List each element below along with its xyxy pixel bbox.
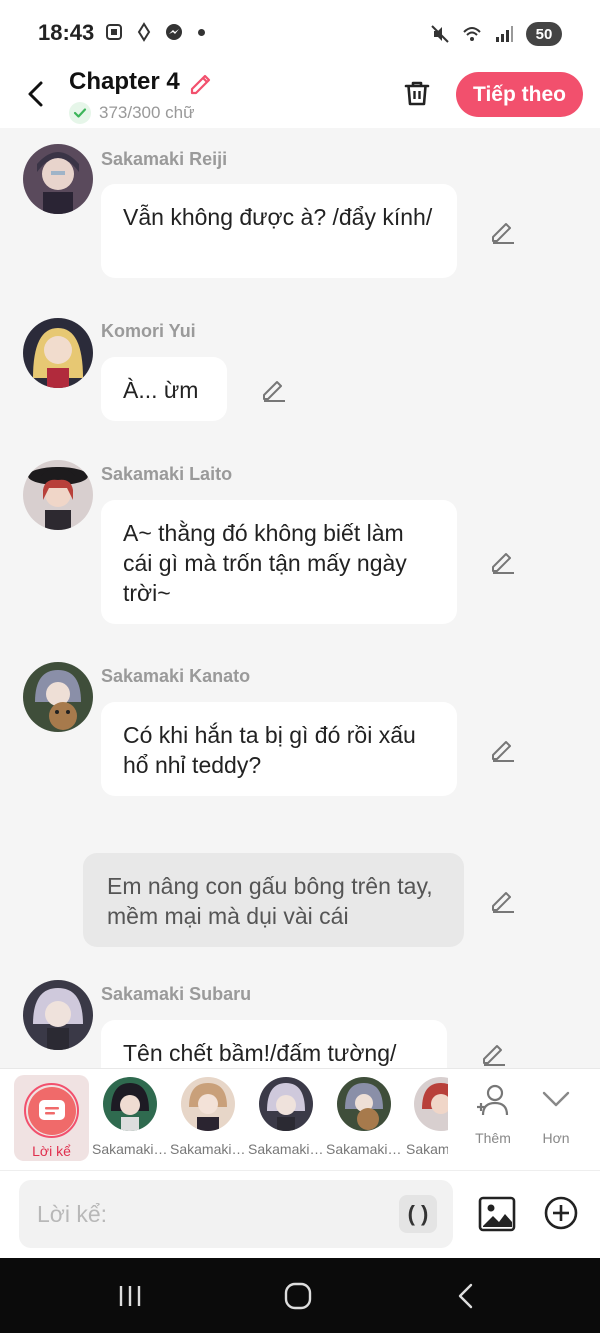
recent-apps-button[interactable]	[112, 1280, 148, 1312]
next-button[interactable]: Tiếp theo	[456, 72, 583, 117]
dialogue-bubble[interactable]: Có khi hắn ta bị gì đó rồi xấu hổ nhỉ te…	[101, 702, 457, 796]
character-name: Sakamaki ...	[170, 1141, 246, 1157]
avatar	[103, 1077, 157, 1131]
parenthesis-button[interactable]: ( )	[399, 1195, 437, 1233]
chevron-left-icon	[28, 81, 43, 107]
home-button[interactable]	[280, 1280, 316, 1312]
chapter-title-row[interactable]: Chapter 4	[69, 68, 214, 96]
home-icon	[284, 1282, 312, 1310]
check-icon	[69, 102, 91, 124]
narration-bubble[interactable]: Em nâng con gấu bông trên tay, mềm mại m…	[83, 853, 464, 947]
character-name: Sakamaki ...	[92, 1141, 168, 1157]
add-character-button[interactable]: Thêm	[463, 1081, 523, 1146]
avatar	[337, 1077, 391, 1131]
signal-icon	[496, 26, 513, 42]
add-button[interactable]	[543, 1195, 579, 1231]
input-bar: ( )	[0, 1170, 600, 1258]
image-icon	[478, 1196, 516, 1232]
pencil-icon[interactable]	[188, 69, 214, 95]
dialogue-bubble[interactable]: À... ừm	[101, 357, 227, 421]
insert-image-button[interactable]	[478, 1195, 516, 1233]
character-item[interactable]: Sakamaki ...	[170, 1077, 246, 1157]
speaker-name: Komori Yui	[101, 321, 196, 341]
word-count-text: 373/300 chữ	[99, 103, 195, 122]
chevron-down-icon	[542, 1091, 570, 1107]
avatar[interactable]	[23, 318, 93, 388]
more-button[interactable]: Hơn	[526, 1081, 586, 1146]
system-nav-bar	[0, 1258, 600, 1333]
edit-icon[interactable]	[490, 548, 516, 574]
avatar[interactable]	[23, 980, 93, 1050]
screenshot-icon	[106, 24, 122, 40]
edit-icon[interactable]	[490, 887, 516, 913]
battery-icon: 50	[526, 22, 562, 46]
narration-input[interactable]	[19, 1180, 379, 1248]
delete-chapter-button[interactable]	[400, 76, 434, 110]
edit-icon[interactable]	[481, 1040, 507, 1066]
avatar[interactable]	[23, 144, 93, 214]
edit-icon[interactable]	[261, 376, 287, 402]
speaker-name: Sakamaki Subaru	[101, 984, 252, 1004]
narration-avatar	[24, 1083, 79, 1138]
avatar	[259, 1077, 313, 1131]
character-name: Sakamaki ...	[248, 1141, 324, 1157]
message-input-box: ( )	[19, 1180, 453, 1248]
edit-icon[interactable]	[490, 736, 516, 762]
chapter-title: Chapter 4	[69, 68, 180, 95]
speaker-name: Sakamaki Laito	[101, 464, 233, 484]
narration-tab[interactable]: Lời kể	[14, 1075, 89, 1161]
speaker-name: Sakamaki Kanato	[101, 666, 251, 686]
avatar	[414, 1077, 448, 1131]
speaker-name: Sakamaki Reiji	[101, 149, 228, 169]
status-time: 18:43	[38, 20, 95, 45]
avatar	[181, 1077, 235, 1131]
screen: 18:43 50 Chapter 4 373/300 chữ Tiếp theo…	[0, 0, 600, 1333]
edit-icon[interactable]	[490, 218, 516, 244]
character-bar: Lời kể Sakamaki ... Sakamaki ... Sakamak…	[0, 1068, 600, 1170]
dialogue-bubble[interactable]: A~ thằng đó không biết làm cái gì mà trố…	[101, 500, 457, 624]
notification-dot-icon	[198, 28, 205, 36]
system-back-button[interactable]	[448, 1280, 484, 1312]
status-icons-right: 50	[430, 22, 562, 46]
status-bar: 18:43 50	[0, 0, 600, 64]
add-user-icon	[477, 1084, 509, 1116]
avatar[interactable]	[23, 662, 93, 732]
trash-icon	[404, 81, 430, 106]
plus-circle-icon	[544, 1196, 578, 1230]
back-button[interactable]	[20, 78, 52, 110]
vpn-icon	[137, 22, 151, 42]
word-count: 373/300 chữ	[69, 102, 214, 124]
character-item[interactable]: Sakamaki ...	[326, 1077, 402, 1157]
add-character-label: Thêm	[475, 1130, 511, 1146]
character-name: Sakam	[406, 1141, 448, 1157]
mute-icon	[431, 25, 449, 43]
dialogue-bubble[interactable]: Vẫn không được à? /đẩy kính/	[101, 184, 457, 278]
narration-tab-label: Lời kể	[32, 1143, 71, 1159]
character-item[interactable]: Sakamaki ...	[92, 1077, 168, 1157]
title-block: Chapter 4 373/300 chữ	[69, 68, 214, 124]
character-name: Sakamaki ...	[326, 1141, 402, 1157]
back-icon	[458, 1283, 473, 1309]
chat-area[interactable]: Sakamaki Reiji Vẫn không được à? /đẩy kí…	[0, 128, 600, 1068]
editor-header: Chapter 4 373/300 chữ Tiếp theo	[0, 64, 600, 128]
messenger-icon	[166, 24, 182, 40]
character-item[interactable]: Sakam	[404, 1077, 448, 1157]
dialogue-bubble[interactable]: Tên chết bầm!/đấm tường/	[101, 1020, 447, 1068]
status-icons-left	[104, 22, 205, 42]
more-label: Hơn	[542, 1130, 570, 1146]
comment-icon	[38, 1099, 65, 1120]
recents-icon	[119, 1286, 141, 1306]
character-item[interactable]: Sakamaki ...	[248, 1077, 324, 1157]
wifi-icon	[463, 27, 481, 41]
avatar[interactable]	[23, 460, 93, 530]
